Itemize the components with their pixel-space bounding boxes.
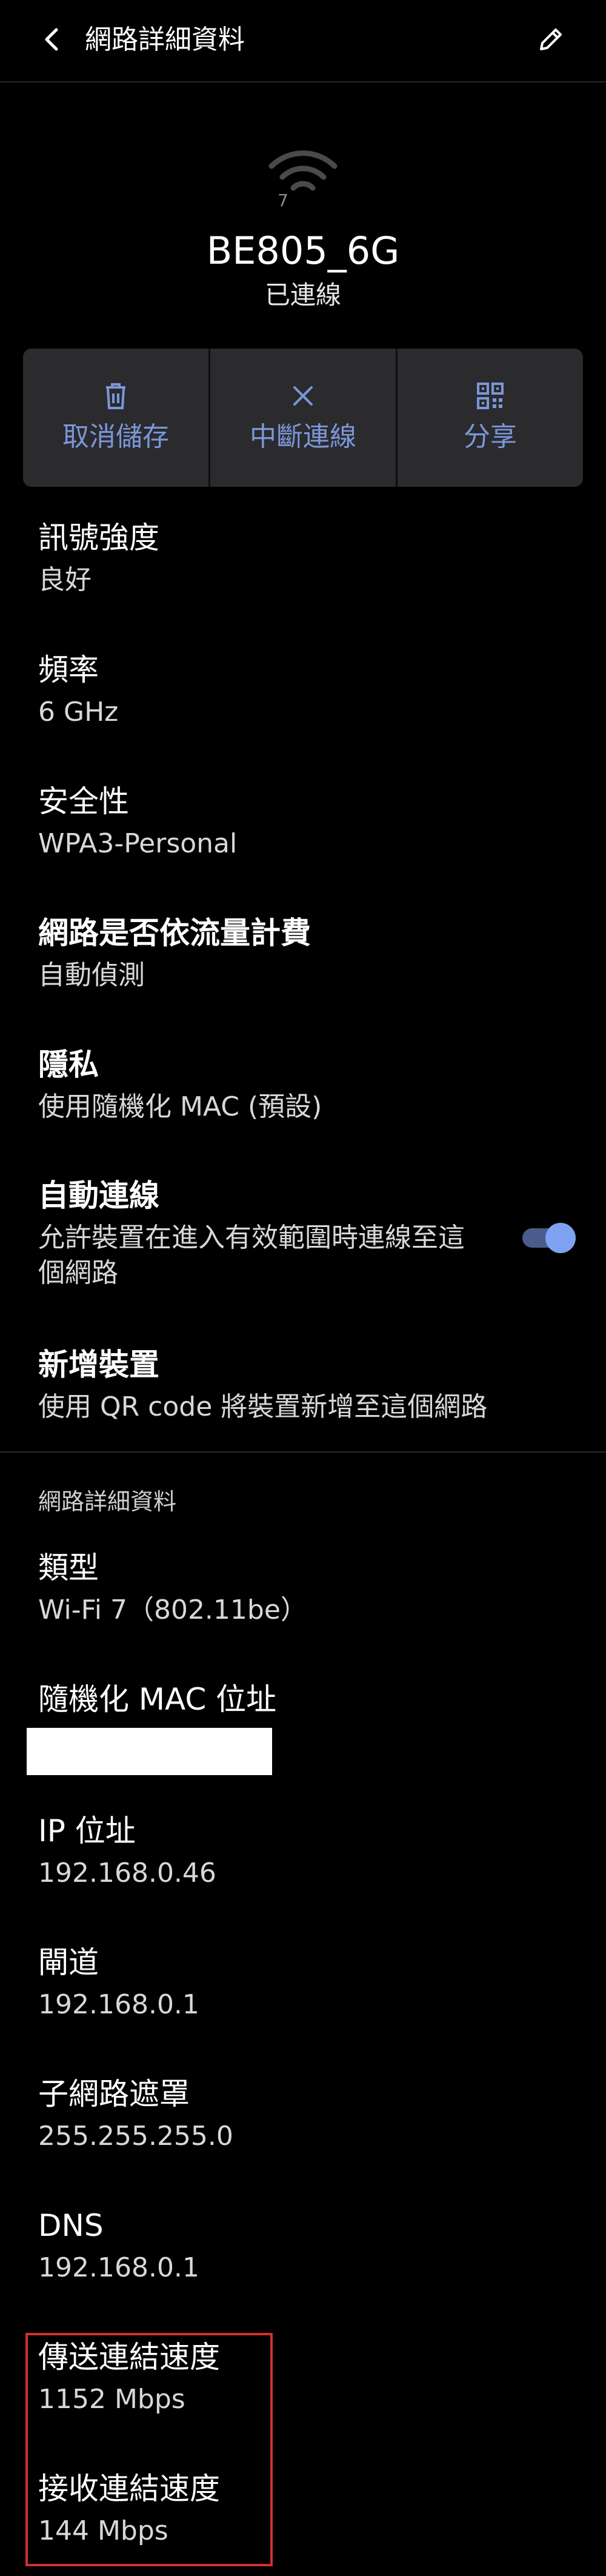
frequency-value: 6 GHz xyxy=(38,697,119,728)
auto-connect-description: 允許裝置在進入有效範圍時連線至這個網路 xyxy=(38,1222,465,1288)
security-title: 安全性 xyxy=(38,784,129,819)
type-item: 類型 Wi-Fi 7（802.11be） xyxy=(38,1549,523,1628)
share-button[interactable]: 分享 xyxy=(398,349,583,487)
link-speed-highlight-box xyxy=(25,2333,273,2566)
dns-value: 192.168.0.1 xyxy=(38,2252,199,2283)
connection-status: 已連線 xyxy=(264,280,341,310)
auto-connect-item[interactable]: 自動連線 允許裝置在進入有效範圍時連線至這個網路 xyxy=(38,1177,487,1291)
auto-connect-title: 自動連線 xyxy=(38,1178,159,1213)
dns-item: DNS 192.168.0.1 xyxy=(38,2207,523,2286)
back-arrow-icon xyxy=(45,28,58,51)
privacy-title: 隱私 xyxy=(38,1047,99,1082)
page-title: 網路詳細資料 xyxy=(85,24,245,55)
gateway-item: 閘道 192.168.0.1 xyxy=(38,1944,523,2022)
add-device-value: 使用 QR code 將裝置新增至這個網路 xyxy=(38,1391,488,1422)
metered-value: 自動偵測 xyxy=(38,960,145,991)
mac-address-item: 隨機化 MAC 位址 xyxy=(38,1681,523,1718)
subnet-mask-item: 子網路遮罩 255.255.255.0 xyxy=(38,2075,523,2154)
qr-code-icon xyxy=(474,380,506,412)
metered-title: 網路是否依流量計費 xyxy=(38,915,311,951)
frequency-item: 頻率 6 GHz xyxy=(38,651,523,730)
privacy-value: 使用隨機化 MAC (預設) xyxy=(38,1091,322,1122)
gateway-value: 192.168.0.1 xyxy=(38,1989,199,2020)
forget-label: 取消儲存 xyxy=(62,421,169,452)
ip-address-value: 192.168.0.46 xyxy=(38,1858,216,1889)
add-device-item[interactable]: 新增裝置 使用 QR code 將裝置新增至這個網路 xyxy=(38,1346,523,1425)
action-bar: 取消儲存 中斷連線 分享 xyxy=(23,349,583,487)
add-device-title: 新增裝置 xyxy=(38,1347,159,1382)
close-icon xyxy=(287,380,319,412)
wifi-generation-badge: 7 xyxy=(278,190,288,207)
signal-strength-item: 訊號強度 良好 xyxy=(38,519,523,598)
auto-connect-toggle[interactable] xyxy=(519,1221,576,1255)
back-button[interactable] xyxy=(32,18,74,61)
ip-address-item: IP 位址 192.168.0.46 xyxy=(38,1812,523,1891)
redacted-mac-value xyxy=(27,1728,272,1775)
section-divider xyxy=(0,1451,606,1453)
type-value: Wi-Fi 7（802.11be） xyxy=(38,1594,307,1625)
share-label: 分享 xyxy=(464,421,517,452)
security-item: 安全性 WPA3-Personal xyxy=(38,783,523,861)
toggle-thumb xyxy=(545,1223,576,1253)
subnet-mask-title: 子網路遮罩 xyxy=(38,2076,190,2112)
gateway-title: 閘道 xyxy=(38,1945,99,1980)
disconnect-button[interactable]: 中斷連線 xyxy=(210,349,398,487)
frequency-title: 頻率 xyxy=(38,652,99,687)
top-app-bar: 網路詳細資料 xyxy=(0,0,606,82)
edit-button[interactable] xyxy=(530,18,572,61)
signal-strength-title: 訊號強度 xyxy=(38,520,159,555)
security-value: WPA3-Personal xyxy=(38,828,238,859)
type-title: 類型 xyxy=(38,1550,99,1585)
privacy-item[interactable]: 隱私 使用隨機化 MAC (預設) xyxy=(38,1046,523,1125)
mac-address-title: 隨機化 MAC 位址 xyxy=(38,1682,277,1717)
subnet-mask-value: 255.255.255.0 xyxy=(38,2121,233,2152)
disconnect-label: 中斷連線 xyxy=(250,421,356,452)
wifi-7-icon: 7 xyxy=(268,150,338,207)
pencil-icon xyxy=(540,28,562,50)
trash-icon xyxy=(100,380,132,412)
dns-title: DNS xyxy=(38,2208,104,2243)
signal-strength-value: 良好 xyxy=(38,564,92,595)
metered-item[interactable]: 網路是否依流量計費 自動偵測 xyxy=(38,914,523,993)
details-section-header: 網路詳細資料 xyxy=(38,1488,177,1515)
network-name: BE805_6G xyxy=(206,229,400,273)
ip-address-title: IP 位址 xyxy=(38,1813,136,1848)
forget-button[interactable]: 取消儲存 xyxy=(23,349,210,487)
